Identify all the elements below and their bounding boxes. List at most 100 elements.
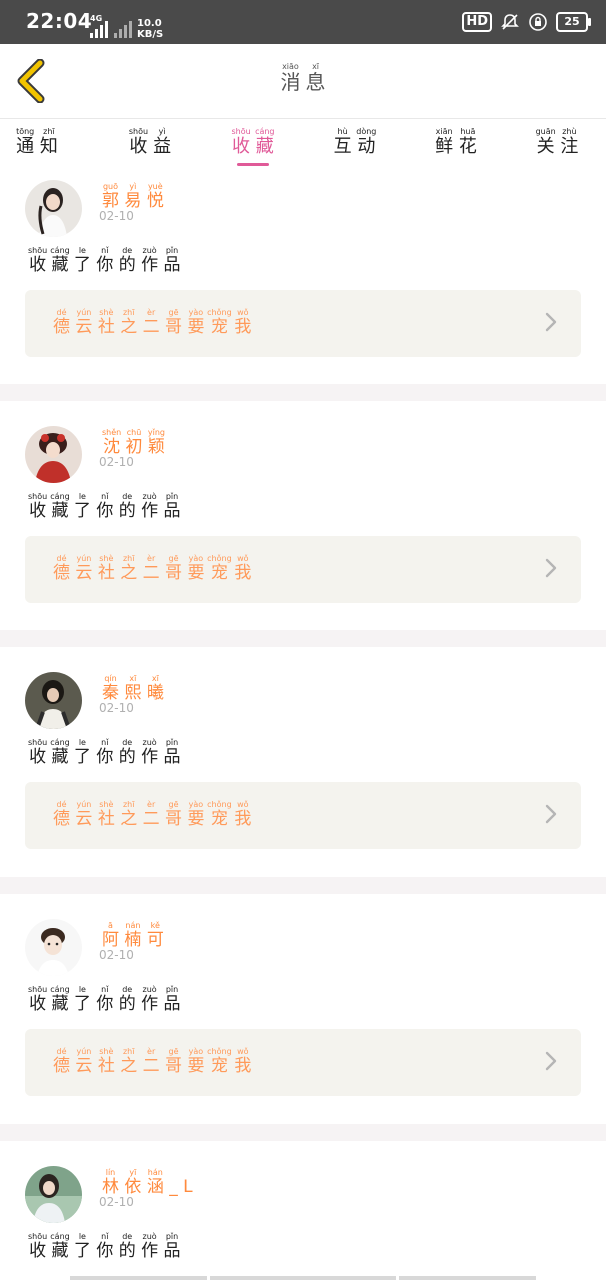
- char: 初chū: [126, 428, 143, 457]
- hanzi: 哥: [165, 563, 183, 583]
- pinyin: le: [73, 738, 91, 747]
- pinyin: xī: [305, 62, 326, 71]
- pinyin: cáng: [255, 127, 275, 136]
- char: 之zhī: [120, 308, 137, 337]
- divider: [0, 877, 606, 894]
- char: 收shōu: [28, 1232, 47, 1261]
- tab-income[interactable]: 收shōu 益yì: [115, 127, 185, 158]
- pinyin: nǐ: [96, 246, 114, 255]
- char: 悦yuè: [146, 182, 164, 211]
- tab-follow[interactable]: 关guān 注zhù: [522, 127, 592, 158]
- char: 哥gē: [165, 554, 183, 583]
- tab-bar: 通tōng 知zhī 收shōu 益yì 收shōu 藏cáng 互hù 动dò…: [0, 120, 606, 172]
- work-link[interactable]: 德dé 云yún 社shè 之zhī 二èr 哥gē 要yào 宠chǒng 我…: [25, 1029, 581, 1096]
- username[interactable]: 沈shěn 初chū 颖yǐng: [102, 428, 165, 457]
- char: 之zhī: [120, 1047, 137, 1076]
- hanzi: 秦: [102, 683, 119, 703]
- tab-favorite[interactable]: 收shōu 藏cáng: [218, 127, 288, 158]
- pinyin: hán: [146, 1168, 164, 1177]
- char: 互hù: [334, 127, 352, 157]
- hanzi: 要: [187, 809, 205, 829]
- char: 收shōu: [28, 246, 47, 275]
- hanzi: 社: [97, 1056, 115, 1076]
- hanzi: 宠: [207, 317, 232, 337]
- net-speed-value: 10.0: [137, 18, 162, 29]
- hanzi: 收: [28, 994, 48, 1014]
- tab-interact[interactable]: 互hù 动dòng: [320, 127, 390, 158]
- char: 我wǒ: [234, 308, 251, 337]
- work-title: 德dé 云yún 社shè 之zhī 二èr 哥gē 要yào 宠chǒng 我…: [53, 800, 251, 829]
- avatar[interactable]: [25, 672, 82, 729]
- pinyin: de: [118, 246, 136, 255]
- hanzi: 云: [75, 809, 93, 829]
- pinyin: pǐn: [163, 985, 181, 994]
- notification-card[interactable]: 秦qín 熙xī 曦xī 02-10 收shōu 藏cáng 了le 你nǐ 的…: [0, 664, 606, 880]
- tab-notice[interactable]: 通tōng 知zhī: [2, 127, 72, 158]
- char: 收shōu: [231, 127, 250, 157]
- char: 的de: [119, 738, 136, 767]
- pinyin: yǐng: [147, 428, 165, 437]
- action-text: 收shōu 藏cáng 了le 你nǐ 的de 作zuò 品pǐn: [28, 1232, 181, 1261]
- work-link[interactable]: 德dé 云yún 社shè 之zhī 二èr 哥gē 要yào 宠chǒng 我…: [25, 536, 581, 603]
- char: 熙xī: [124, 674, 141, 703]
- signal-2-icon: [114, 20, 134, 38]
- username[interactable]: 林lín 依yī 涵hán _ L: [102, 1168, 193, 1197]
- char: 鲜xiān: [435, 127, 453, 157]
- char: 作zuò: [141, 1232, 158, 1261]
- hanzi: 二: [142, 809, 160, 829]
- pinyin: cáng: [50, 492, 70, 501]
- char: 品pǐn: [164, 985, 181, 1014]
- username[interactable]: 阿ā 楠nán 可kě: [102, 921, 164, 950]
- hanzi: 社: [97, 809, 115, 829]
- pinyin: zhī: [120, 800, 138, 809]
- char: 知zhī: [40, 127, 58, 157]
- pinyin: zhī: [120, 554, 138, 563]
- char: 要yào: [187, 800, 205, 829]
- pinyin: yuè: [146, 182, 164, 191]
- hanzi: 德: [53, 1056, 70, 1076]
- pinyin: chǒng: [207, 800, 232, 809]
- work-link[interactable]: 德dé 云yún 社shè 之zhī 二èr 哥gē 要yào 宠chǒng 我…: [25, 782, 581, 849]
- hanzi: 的: [118, 994, 136, 1014]
- char: 楠nán: [124, 921, 141, 950]
- char: 藏cáng: [50, 246, 69, 275]
- pinyin: shōu: [28, 985, 48, 994]
- pinyin: èr: [142, 308, 160, 317]
- pinyin: yún: [75, 1047, 93, 1056]
- pinyin: gē: [165, 308, 183, 317]
- avatar[interactable]: [25, 180, 82, 237]
- char: 德dé: [53, 1047, 70, 1076]
- char: 二èr: [143, 1047, 160, 1076]
- char: 德dé: [53, 308, 70, 337]
- hanzi: 收: [28, 747, 48, 767]
- hanzi: 悦: [146, 191, 164, 211]
- work-link[interactable]: 德dé 云yún 社shè 之zhī 二èr 哥gē 要yào 宠chǒng 我…: [25, 290, 581, 357]
- username[interactable]: 秦qín 熙xī 曦xī: [102, 674, 164, 703]
- chevron-right-icon: [545, 1051, 557, 1071]
- char: 消xiāo: [280, 62, 300, 94]
- battery-icon: 25: [556, 12, 591, 32]
- notification-date: 02-10: [99, 948, 134, 962]
- status-time: 22:04: [26, 9, 93, 33]
- notification-card[interactable]: 郭guō 易yì 悦yuè 02-10 收shōu 藏cáng 了le 你nǐ …: [0, 172, 606, 388]
- hanzi: 动: [356, 136, 377, 157]
- hanzi: 郭: [102, 191, 119, 211]
- tab-flower[interactable]: 鲜xiān 花huā: [421, 127, 491, 158]
- notification-card[interactable]: 沈shěn 初chū 颖yǐng 02-10 收shōu 藏cáng 了le 你…: [0, 418, 606, 634]
- char: 秦qín: [102, 674, 119, 703]
- char: 关guān: [536, 127, 556, 157]
- pinyin: shè: [97, 1047, 115, 1056]
- avatar[interactable]: [25, 919, 82, 976]
- hanzi: 的: [118, 1241, 136, 1261]
- pinyin: nǐ: [96, 492, 114, 501]
- pinyin: chū: [125, 428, 143, 437]
- pinyin: shè: [97, 308, 115, 317]
- notification-card[interactable]: 林lín 依yī 涵hán _ L 02-10 收shōu 藏cáng 了le …: [0, 1158, 606, 1280]
- notification-card[interactable]: 阿ā 楠nán 可kě 02-10 收shōu 藏cáng 了le 你nǐ 的d…: [0, 911, 606, 1127]
- avatar[interactable]: [25, 426, 82, 483]
- username[interactable]: 郭guō 易yì 悦yuè: [102, 182, 164, 211]
- char: 你nǐ: [96, 1232, 113, 1261]
- pinyin: chǒng: [207, 554, 232, 563]
- avatar[interactable]: [25, 1166, 82, 1223]
- char: 了le: [74, 1232, 91, 1261]
